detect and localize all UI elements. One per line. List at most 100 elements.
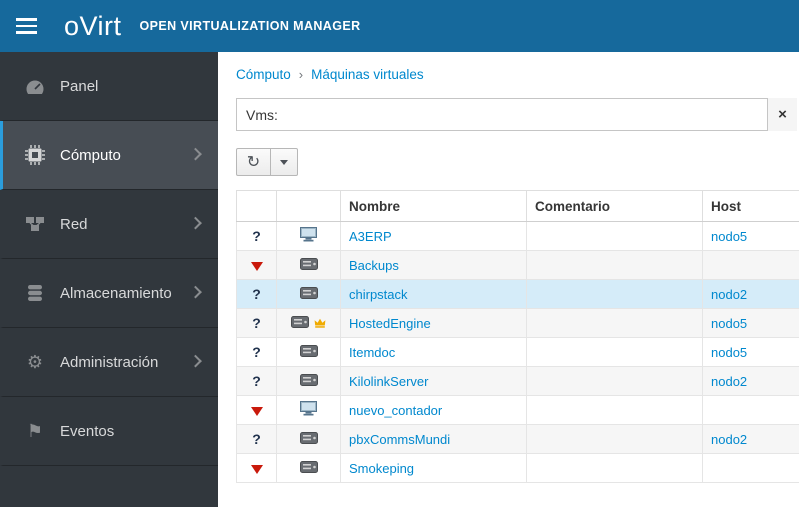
status-unknown-icon: ?	[252, 315, 261, 331]
breadcrumb: Cómputo › Máquinas virtuales	[236, 64, 799, 84]
breadcrumb-link-maquinas-virtuales[interactable]: Máquinas virtuales	[311, 67, 424, 82]
sidebar-item-computo[interactable]: Cómputo	[0, 121, 218, 190]
chevron-right-icon	[189, 285, 202, 299]
status-unknown-icon: ?	[252, 344, 261, 360]
vm-name-cell: Itemdoc	[340, 337, 527, 367]
vm-comment-cell	[526, 453, 703, 483]
vm-host-cell	[702, 395, 799, 425]
sidebar-item-label: Cómputo	[60, 146, 121, 164]
processor-icon	[22, 145, 48, 165]
vm-name-cell: pbxCommsMundi	[340, 424, 527, 454]
vms-search-bar: Vms: ×	[236, 98, 797, 131]
vm-host-cell	[702, 250, 799, 280]
vm-comment-cell	[526, 279, 703, 309]
type-column-header	[276, 190, 341, 222]
host-link[interactable]: nodo5	[711, 316, 747, 331]
vm-name-link[interactable]: pbxCommsMundi	[349, 432, 450, 447]
vm-name-cell: nuevo_contador	[340, 395, 527, 425]
vm-name-link[interactable]: Smokeping	[349, 461, 414, 476]
server-vm-icon	[299, 287, 318, 302]
sidebar-item-label: Almacenamiento	[60, 284, 172, 302]
refresh-button[interactable]: ↻	[236, 148, 271, 176]
status-unknown-icon: ?	[252, 373, 261, 389]
toolbar: ↻	[236, 148, 799, 176]
vm-name-cell: A3ERP	[340, 221, 527, 251]
vm-comment-cell	[526, 424, 703, 454]
gear-icon: ⚙	[26, 351, 44, 372]
status-unknown-icon: ?	[252, 286, 261, 302]
ovirt-logo: oVirt	[64, 10, 122, 41]
sidebar-item-eventos[interactable]: ⚑ Eventos	[0, 397, 218, 466]
vm-host-cell: nodo5	[702, 221, 799, 251]
vm-name-link[interactable]: Itemdoc	[349, 345, 395, 360]
breadcrumb-link-computo[interactable]: Cómputo	[236, 67, 291, 82]
sidebar-item-label: Administración	[60, 353, 159, 371]
table-row[interactable]: nuevo_contador	[236, 395, 799, 425]
vm-comment-cell	[526, 366, 703, 396]
refresh-options-dropdown-button[interactable]	[271, 148, 298, 176]
host-link[interactable]: nodo5	[711, 345, 747, 360]
sidebar-item-label: Red	[60, 215, 88, 233]
host-link[interactable]: nodo2	[711, 432, 747, 447]
product-title: OPEN VIRTUALIZATION MANAGER	[139, 19, 361, 33]
table-row[interactable]: ? A3ERP nodo5	[236, 221, 799, 251]
vm-name-link[interactable]: chirpstack	[349, 287, 408, 302]
vm-name-link[interactable]: nuevo_contador	[349, 403, 442, 418]
vm-comment-cell	[526, 250, 703, 280]
table-row[interactable]: ? pbxCommsMundi nodo2	[236, 424, 799, 454]
status-column-header	[236, 190, 277, 222]
server-vm-icon	[299, 461, 318, 476]
sidebar-item-almacenamiento[interactable]: Almacenamiento	[0, 259, 218, 328]
caret-down-icon	[280, 159, 288, 165]
sidebar-item-red[interactable]: Red	[0, 190, 218, 259]
vm-name-cell: chirpstack	[340, 279, 527, 309]
vm-comment-cell	[526, 395, 703, 425]
table-row[interactable]: ? Itemdoc nodo5	[236, 337, 799, 367]
hamburger-menu-button[interactable]	[0, 0, 52, 52]
vm-name-link[interactable]: KilolinkServer	[349, 374, 428, 389]
vm-name-cell: Backups	[340, 250, 527, 280]
vms-search-label: Vms:	[246, 106, 278, 123]
table-row[interactable]: Smokeping	[236, 453, 799, 483]
table-row[interactable]: Backups	[236, 250, 799, 280]
vm-comment-cell	[526, 221, 703, 251]
sidebar-item-label: Eventos	[60, 422, 115, 440]
host-link[interactable]: nodo5	[711, 229, 747, 244]
storage-icon	[22, 284, 48, 302]
refresh-icon: ↻	[246, 154, 261, 171]
clear-search-button[interactable]: ×	[767, 98, 797, 131]
vm-host-cell: nodo2	[702, 424, 799, 454]
vm-name-link[interactable]: Backups	[349, 258, 399, 273]
status-unknown-icon: ?	[252, 228, 261, 244]
host-link[interactable]: nodo2	[711, 374, 747, 389]
sidebar-item-label: Panel	[60, 77, 99, 95]
vm-name-link[interactable]: A3ERP	[349, 229, 392, 244]
host-link[interactable]: nodo2	[711, 287, 747, 302]
table-row-selected[interactable]: ? chirpstack nodo2	[236, 279, 799, 309]
vms-search-input[interactable]	[287, 99, 767, 130]
chevron-right-icon	[189, 354, 202, 368]
status-down-icon	[250, 261, 263, 271]
table-row[interactable]: ? HostedEngine nodo5	[236, 308, 799, 338]
vm-name-link[interactable]: HostedEngine	[349, 316, 431, 331]
vm-host-cell: nodo2	[702, 279, 799, 309]
server-vm-icon	[299, 374, 318, 389]
hamburger-icon	[15, 18, 37, 21]
sidebar-item-panel[interactable]: Panel	[0, 52, 218, 121]
vm-host-cell: nodo5	[702, 337, 799, 367]
breadcrumb-separator-icon: ›	[298, 66, 304, 82]
masthead: oVirt OPEN VIRTUALIZATION MANAGER	[0, 0, 799, 52]
host-column-header[interactable]: Host	[702, 190, 799, 222]
main-content: Cómputo › Máquinas virtuales Vms: × ↻ No…	[218, 52, 799, 507]
server-vm-icon	[290, 316, 313, 331]
status-down-icon	[250, 464, 263, 474]
network-icon	[22, 216, 48, 232]
server-vm-icon	[299, 258, 318, 273]
table-row[interactable]: ? KilolinkServer nodo2	[236, 366, 799, 396]
chevron-right-icon	[189, 147, 202, 161]
name-column-header[interactable]: Nombre	[340, 190, 527, 222]
comment-column-header[interactable]: Comentario	[526, 190, 703, 222]
sidebar-item-administracion[interactable]: ⚙ Administración	[0, 328, 218, 397]
vm-comment-cell	[526, 337, 703, 367]
vm-name-cell: Smokeping	[340, 453, 527, 483]
